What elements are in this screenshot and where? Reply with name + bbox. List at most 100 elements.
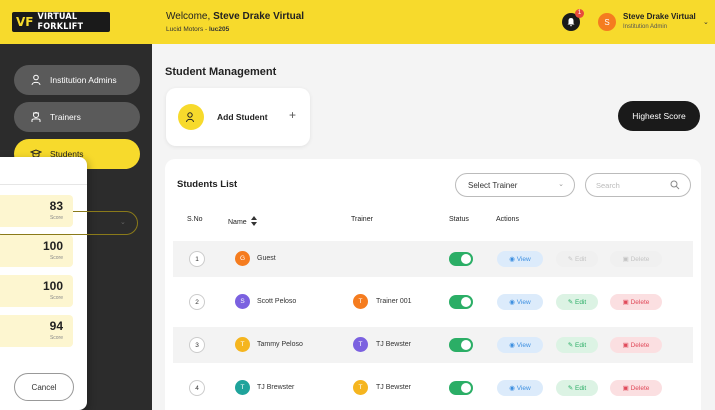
column-header-sno: S.No (187, 216, 203, 223)
select-trainer-label: Select Trainer (468, 180, 518, 190)
column-header-name[interactable]: Name (228, 216, 257, 228)
user-name[interactable]: Steve Drake Virtual (623, 12, 696, 21)
add-student-card[interactable]: Add Student + (166, 88, 310, 146)
sidebar-item-trainers[interactable]: Trainers (14, 102, 140, 132)
org-label: Lucid Motors - luc205 (166, 26, 229, 33)
score-card: 100 Score (0, 275, 73, 307)
eye-icon: ◉ (509, 256, 517, 263)
score-value: 83 (49, 199, 63, 213)
view-button[interactable]: ◉ View (497, 337, 543, 353)
status-toggle[interactable] (449, 295, 473, 309)
welcome-name: Steve Drake Virtual (213, 11, 305, 22)
admin-icon (30, 74, 42, 86)
delete-button[interactable]: ▣ Delete (610, 380, 662, 396)
edit-icon: ✎ (567, 256, 576, 263)
user-role: Institution Admin (623, 24, 668, 30)
app-logo[interactable]: VF VIRTUAL FORKLIFT (12, 12, 110, 32)
delete-label: Delete (630, 255, 650, 263)
notification-badge: 1 (575, 9, 584, 18)
highest-score-panel: ⌄ 83 Score 100 Score 100 Score 94 Score … (0, 157, 138, 410)
trainer-name: TJ Bewster (376, 341, 412, 348)
edit-button[interactable]: ✎ Edit (556, 380, 598, 396)
column-header-trainer: Trainer (351, 216, 373, 223)
score-card: 100 Score (0, 235, 73, 267)
status-toggle[interactable] (449, 381, 473, 395)
edit-label: Edit (575, 384, 587, 392)
edit-icon: ✎ (567, 299, 576, 306)
student-name: TJ Brewster (257, 384, 295, 391)
score-label: Score (49, 215, 63, 221)
delete-button[interactable]: ▣ Delete (610, 337, 662, 353)
eye-icon: ◉ (509, 385, 517, 392)
edit-label: Edit (575, 255, 587, 263)
table-row: 2 S Scott Peloso T Trainer 001 ◉ View ✎ … (173, 284, 693, 320)
search-placeholder: Search (596, 180, 620, 190)
student-avatar: G (235, 251, 250, 266)
org-name: Lucid Motors - (166, 26, 209, 33)
trainer-icon (30, 111, 42, 123)
row-number: 3 (189, 337, 205, 353)
status-toggle[interactable] (449, 252, 473, 266)
score-label: Score (49, 295, 63, 301)
view-button[interactable]: ◉ View (497, 380, 543, 396)
highest-score-button[interactable]: Highest Score (618, 101, 700, 131)
panel-divider (0, 184, 87, 185)
chevron-down-icon[interactable]: ⌄ (703, 18, 709, 26)
add-student-label: Add Student (217, 112, 268, 122)
student-name: Tammy Peloso (257, 341, 303, 348)
student-avatar: T (235, 337, 250, 352)
edit-button[interactable]: ✎ Edit (556, 294, 598, 310)
view-label: View (516, 298, 531, 306)
score-card: 83 Score (0, 195, 73, 227)
table-row: 3 T Tammy Peloso T TJ Bewster ◉ View ✎ E… (173, 327, 693, 363)
trainer-avatar: T (353, 294, 368, 309)
edit-button: ✎ Edit (556, 251, 598, 267)
edit-label: Edit (575, 341, 587, 349)
select-trainer-dropdown[interactable]: Select Trainer ⌄ (455, 173, 575, 197)
student-avatar: T (235, 380, 250, 395)
search-input[interactable]: Search (585, 173, 691, 197)
view-label: View (516, 255, 531, 263)
sidebar-item-label: Trainers (50, 112, 81, 122)
user-avatar[interactable]: S (598, 13, 616, 31)
score-value: 100 (42, 239, 63, 253)
delete-button[interactable]: ▣ Delete (610, 294, 662, 310)
delete-button: ▣ Delete (610, 251, 662, 267)
column-header-actions: Actions (496, 216, 519, 223)
score-card: 94 Score (0, 315, 73, 347)
row-number: 1 (189, 251, 205, 267)
edit-button[interactable]: ✎ Edit (556, 337, 598, 353)
trash-icon: ▣ (622, 385, 631, 392)
view-label: View (516, 384, 531, 392)
chevron-down-icon: ⌄ (120, 219, 126, 226)
org-code: luc205 (209, 26, 230, 33)
score-value: 100 (42, 279, 63, 293)
status-toggle[interactable] (449, 338, 473, 352)
eye-icon: ◉ (509, 299, 517, 306)
trainer-avatar: T (353, 380, 368, 395)
delete-label: Delete (630, 341, 650, 349)
edit-label: Edit (575, 298, 587, 306)
trash-icon: ▣ (622, 299, 631, 306)
top-header: VF VIRTUAL FORKLIFT Welcome, Steve Drake… (0, 0, 715, 44)
column-header-name-label: Name (228, 218, 247, 226)
score-label: Score (49, 335, 63, 341)
row-number: 2 (189, 294, 205, 310)
trainer-name: TJ Bewster (376, 384, 412, 391)
edit-icon: ✎ (567, 342, 576, 349)
edit-icon: ✎ (567, 385, 576, 392)
trainer-avatar: T (353, 337, 368, 352)
table-row: 4 T TJ Brewster T TJ Bewster ◉ View ✎ Ed… (173, 370, 693, 406)
logo-text: VIRTUAL FORKLIFT (37, 12, 84, 32)
eye-icon: ◉ (509, 342, 517, 349)
page-title: Student Management (165, 66, 277, 78)
view-button[interactable]: ◉ View (497, 251, 543, 267)
sort-icon[interactable] (250, 216, 257, 228)
trash-icon: ▣ (622, 342, 631, 349)
plus-icon: + (289, 108, 297, 122)
view-label: View (516, 341, 531, 349)
cancel-button[interactable]: Cancel (14, 373, 74, 401)
sidebar-item-institution-admins[interactable]: Institution Admins (14, 65, 140, 95)
view-button[interactable]: ◉ View (497, 294, 543, 310)
welcome-text: Welcome, Steve Drake Virtual (166, 11, 304, 22)
